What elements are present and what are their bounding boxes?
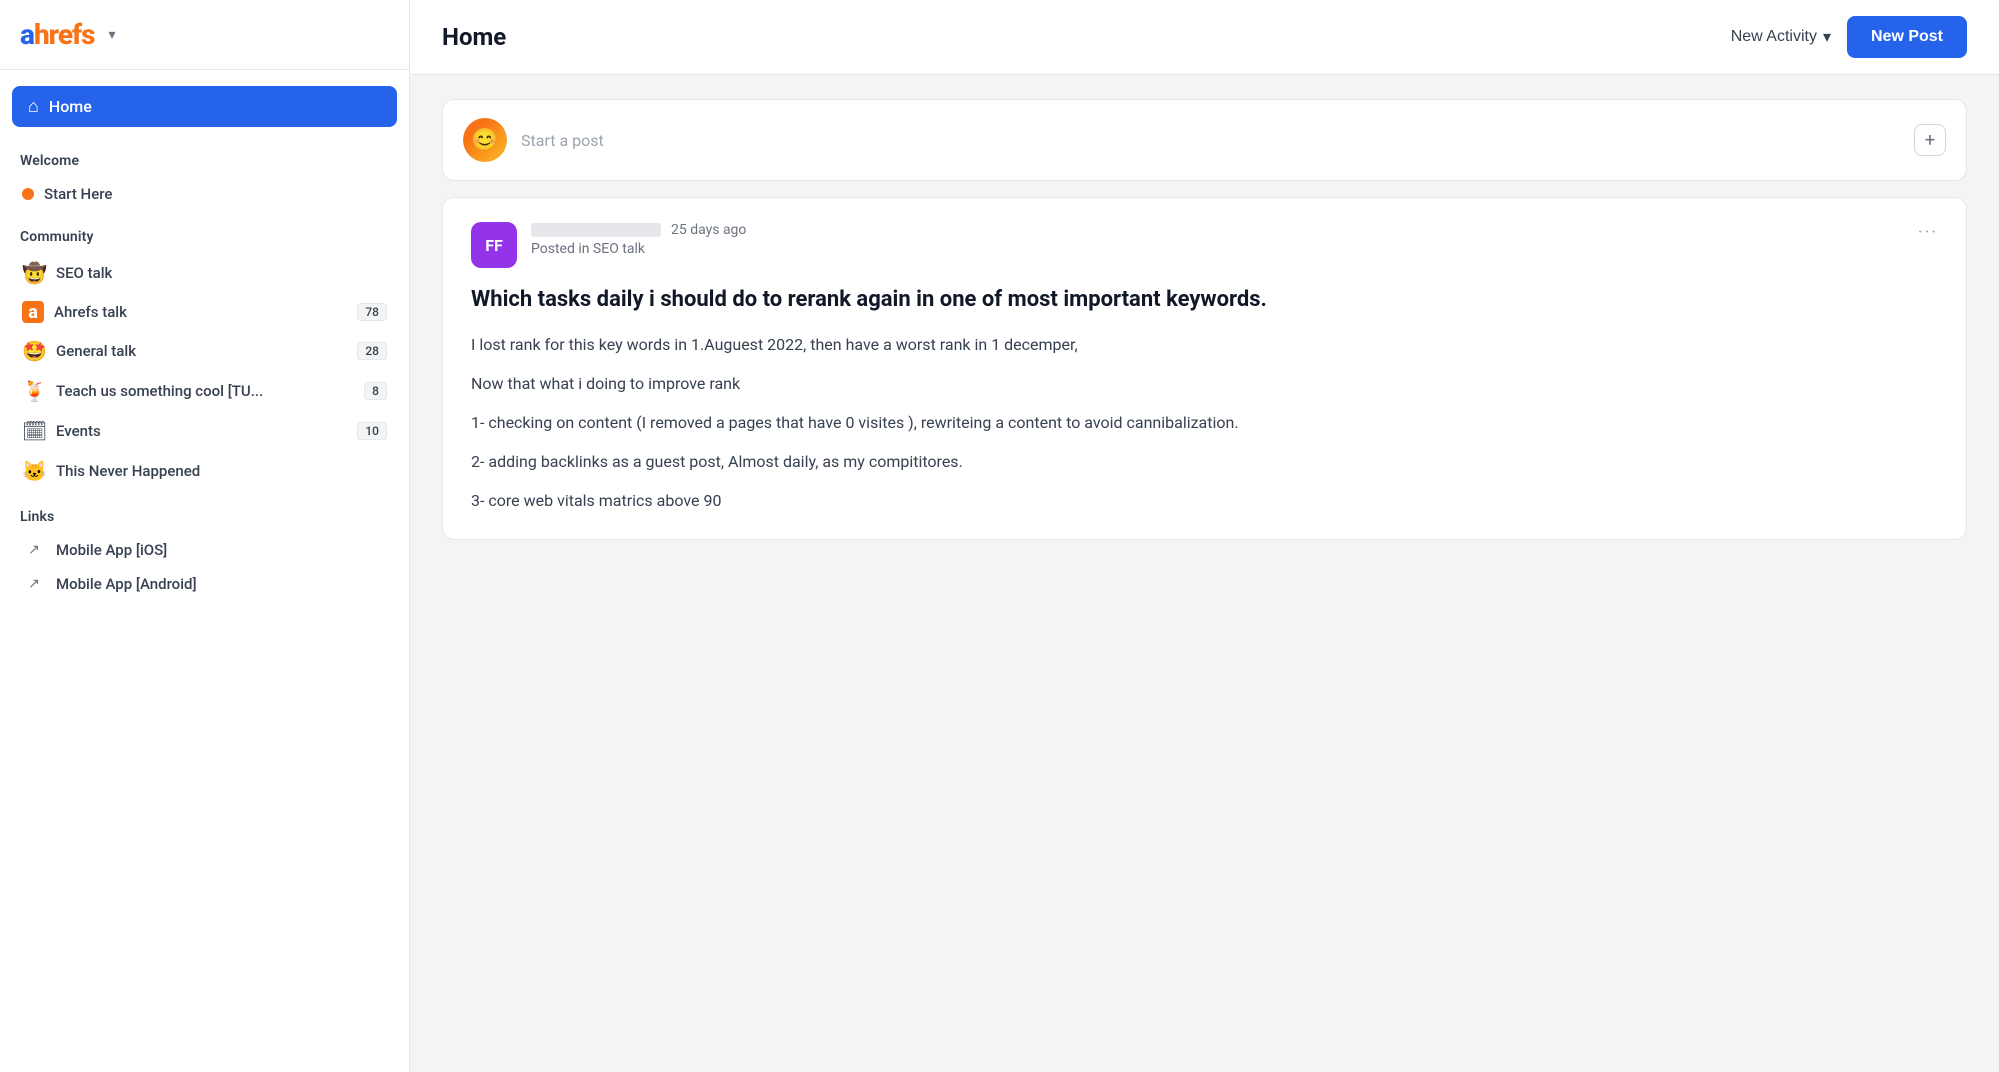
this-never-happened-label: This Never Happened xyxy=(56,462,200,480)
sidebar-nav: ⌂ Home Welcome Start Here Community 🤠 SE… xyxy=(0,70,409,617)
sidebar-item-mobile-ios[interactable]: ↗ Mobile App [iOS] xyxy=(12,533,397,567)
post-card: FF 25 days ago Posted in SEO talk ··· Wh… xyxy=(442,197,1967,540)
post-author-name xyxy=(531,223,661,237)
sidebar-item-teach-us[interactable]: 🍹 Teach us something cool [TU... 8 xyxy=(12,371,397,411)
new-activity-label: New Activity xyxy=(1731,28,1817,46)
post-more-options-button[interactable]: ··· xyxy=(1918,222,1938,243)
page-title: Home xyxy=(442,23,506,51)
ahrefs-talk-badge: 78 xyxy=(357,303,387,321)
mobile-android-label: Mobile App [Android] xyxy=(56,575,197,593)
main-content-area: Home New Activity ▾ New Post 😊 Start a p… xyxy=(410,0,1999,1072)
new-activity-button[interactable]: New Activity ▾ xyxy=(1731,27,1831,47)
external-link-android-icon: ↗ xyxy=(22,576,46,592)
sidebar-item-this-never-happened[interactable]: 🐱 This Never Happened xyxy=(12,451,397,491)
post-composer[interactable]: 😊 Start a post + xyxy=(442,99,1967,181)
seo-talk-label: SEO talk xyxy=(56,264,112,282)
post-title[interactable]: Which tasks daily i should do to rerank … xyxy=(471,286,1938,315)
post-meta: FF 25 days ago Posted in SEO talk ··· xyxy=(471,222,1938,268)
teach-us-icon: 🍹 xyxy=(22,379,46,403)
home-icon: ⌂ xyxy=(28,96,39,117)
post-author-row: 25 days ago xyxy=(531,222,1904,238)
mobile-ios-label: Mobile App [iOS] xyxy=(56,541,167,559)
post-meta-info: 25 days ago Posted in SEO talk xyxy=(531,222,1904,257)
main-header: Home New Activity ▾ New Post xyxy=(410,0,1999,75)
logo-a: a xyxy=(20,18,34,51)
post-body-p1: I lost rank for this key words in 1.Augu… xyxy=(471,331,1938,358)
header-right-actions: New Activity ▾ New Post xyxy=(1731,16,1967,58)
events-icon: 🗓 xyxy=(22,419,46,443)
this-never-happened-icon: 🐱 xyxy=(22,459,46,483)
sidebar: ahrefs ▾ ⌂ Home Welcome Start Here Commu… xyxy=(0,0,410,1072)
ahrefs-talk-label: Ahrefs talk xyxy=(54,303,127,321)
composer-add-button[interactable]: + xyxy=(1914,124,1946,156)
events-badge: 10 xyxy=(357,422,387,440)
general-talk-icon: 🤩 xyxy=(22,339,46,363)
logo-hrefs: hrefs xyxy=(34,18,95,51)
general-talk-label: General talk xyxy=(56,342,136,360)
post-author-avatar: FF xyxy=(471,222,517,268)
start-here-label: Start Here xyxy=(44,185,112,203)
new-post-button[interactable]: New Post xyxy=(1847,16,1967,58)
main-scroll-area: 😊 Start a post + FF 25 days ago Posted i… xyxy=(410,75,1999,1072)
sidebar-home-label: Home xyxy=(49,97,92,116)
post-body-p4: 2- adding backlinks as a guest post, Alm… xyxy=(471,448,1938,475)
new-activity-chevron-icon: ▾ xyxy=(1823,27,1831,47)
user-avatar-image: 😊 xyxy=(463,118,507,162)
post-body: I lost rank for this key words in 1.Augu… xyxy=(471,331,1938,515)
general-talk-badge: 28 xyxy=(357,342,387,360)
post-body-p5: 3- core web vitals matrics above 90 xyxy=(471,487,1938,514)
sidebar-header: ahrefs ▾ xyxy=(0,0,409,70)
logo-chevron-icon[interactable]: ▾ xyxy=(109,27,116,43)
welcome-section-label: Welcome xyxy=(12,147,397,177)
post-category[interactable]: Posted in SEO talk xyxy=(531,241,1904,257)
seo-talk-icon: 🤠 xyxy=(22,261,46,285)
post-time: 25 days ago xyxy=(671,222,746,238)
sidebar-item-general-talk[interactable]: 🤩 General talk 28 xyxy=(12,331,397,371)
ahrefs-logo[interactable]: ahrefs xyxy=(20,18,95,51)
external-link-ios-icon: ↗ xyxy=(22,542,46,558)
community-section-label: Community xyxy=(12,223,397,253)
composer-avatar: 😊 xyxy=(463,118,507,162)
teach-us-badge: 8 xyxy=(364,382,387,400)
sidebar-item-start-here[interactable]: Start Here xyxy=(12,177,397,211)
sidebar-item-home[interactable]: ⌂ Home xyxy=(12,86,397,127)
ahrefs-talk-icon: a xyxy=(22,301,44,323)
teach-us-label: Teach us something cool [TU... xyxy=(56,382,263,400)
sidebar-item-mobile-android[interactable]: ↗ Mobile App [Android] xyxy=(12,567,397,601)
post-body-p2: Now that what i doing to improve rank xyxy=(471,370,1938,397)
post-body-p3: 1- checking on content (I removed a page… xyxy=(471,409,1938,436)
sidebar-item-events[interactable]: 🗓 Events 10 xyxy=(12,411,397,451)
composer-placeholder-text[interactable]: Start a post xyxy=(521,131,1900,150)
sidebar-item-seo-talk[interactable]: 🤠 SEO talk xyxy=(12,253,397,293)
start-here-dot-icon xyxy=(22,188,34,200)
links-section-label: Links xyxy=(12,503,397,533)
events-label: Events xyxy=(56,422,101,440)
sidebar-item-ahrefs-talk[interactable]: a Ahrefs talk 78 xyxy=(12,293,397,331)
